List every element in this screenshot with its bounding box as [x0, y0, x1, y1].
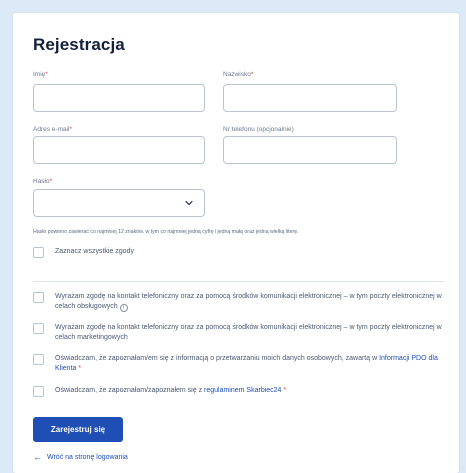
- terms-consent-label: Oświadczam, że zapoznałam/zapoznałem się…: [55, 387, 287, 394]
- phone-input[interactable]: [223, 136, 397, 164]
- back-to-login-label: Wróć na stronę logowania: [47, 453, 128, 461]
- service-consent-checkbox[interactable]: [33, 292, 44, 303]
- registration-card: Rejestracja Imię* Nazwisko* Adres e-mail…: [13, 13, 459, 473]
- marketing-consent-checkbox[interactable]: [33, 323, 44, 334]
- select-all-label: Zaznacz wszystkie zgody: [55, 248, 134, 255]
- service-consent-row[interactable]: Wyrażam zgodę na kontakt telefoniczny or…: [33, 292, 443, 312]
- password-hint: Hasło powinno zawierać co najmniej 12 zn…: [33, 229, 299, 235]
- privacy-consent-row[interactable]: Oświadczam, że zapoznałam/em się z infor…: [33, 354, 443, 374]
- info-icon[interactable]: i: [119, 304, 128, 312]
- privacy-consent-checkbox[interactable]: [33, 354, 44, 365]
- privacy-consent-label: Oświadczam, że zapoznałam/em się z infor…: [55, 355, 438, 372]
- service-consent-label: Wyrażam zgodę na kontakt telefoniczny or…: [55, 293, 442, 312]
- chevron-down-icon[interactable]: [184, 198, 194, 208]
- email-input[interactable]: [33, 136, 205, 164]
- terms-consent-checkbox[interactable]: [33, 386, 44, 397]
- terms-consent-row[interactable]: Oświadczam, że zapoznałam/zapoznałem się…: [33, 386, 443, 397]
- arrow-left-icon: ←: [33, 452, 42, 462]
- email-label: Adres e-mail*: [33, 126, 73, 133]
- first-name-input[interactable]: [33, 84, 205, 112]
- page-title: Rejestracja: [33, 35, 125, 54]
- terms-link[interactable]: regulaminem Skarbiec24: [204, 387, 281, 394]
- last-name-label: Nazwisko*: [223, 71, 254, 78]
- consents-divider: [33, 281, 445, 282]
- select-all-consents-row[interactable]: Zaznacz wszystkie zgody: [33, 247, 443, 258]
- marketing-consent-row[interactable]: Wyrażam zgodę na kontakt telefoniczny or…: [33, 323, 443, 343]
- select-all-checkbox[interactable]: [33, 247, 44, 258]
- password-input[interactable]: [33, 189, 205, 217]
- phone-label: Nr telefonu (opcjonalnie): [223, 126, 294, 133]
- marketing-consent-label: Wyrażam zgodę na kontakt telefoniczny or…: [55, 324, 442, 341]
- first-name-label: Imię*: [33, 71, 48, 78]
- last-name-input[interactable]: [223, 84, 397, 112]
- back-to-login-link[interactable]: ← Wróć na stronę logowania: [33, 452, 128, 462]
- password-label: Hasło*: [33, 178, 53, 185]
- register-button[interactable]: Zarejestruj się: [33, 417, 123, 442]
